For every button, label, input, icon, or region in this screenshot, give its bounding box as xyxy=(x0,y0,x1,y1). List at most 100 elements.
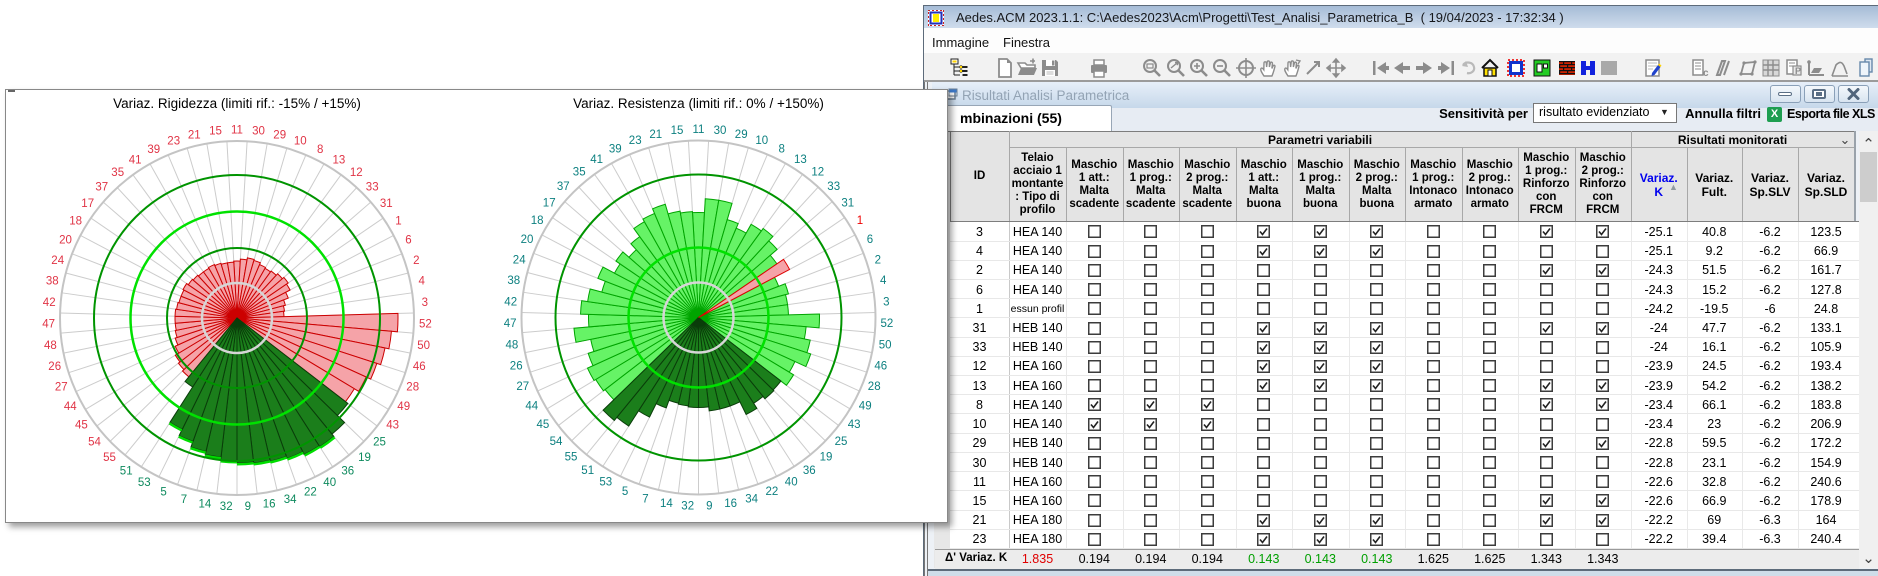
svg-text:3: 3 xyxy=(422,297,428,309)
svg-text:14: 14 xyxy=(660,498,673,510)
svg-text:25: 25 xyxy=(835,436,848,448)
svg-text:18: 18 xyxy=(531,215,544,227)
svg-text:Variaz. Resistenza (limiti rif: Variaz. Resistenza (limiti rif.: 0% / +1… xyxy=(573,96,824,111)
svg-text:33: 33 xyxy=(827,181,840,193)
svg-text:30: 30 xyxy=(252,126,265,138)
svg-text:34: 34 xyxy=(745,493,758,505)
svg-text:7: 7 xyxy=(642,493,648,505)
svg-text:24: 24 xyxy=(513,254,526,266)
svg-text:30: 30 xyxy=(714,125,727,137)
svg-text:4: 4 xyxy=(418,276,425,288)
svg-text:3: 3 xyxy=(883,296,889,308)
svg-text:9: 9 xyxy=(245,501,251,513)
svg-text:50: 50 xyxy=(417,340,430,352)
svg-text:46: 46 xyxy=(413,361,426,373)
svg-text:38: 38 xyxy=(507,275,520,287)
svg-text:2: 2 xyxy=(875,254,881,266)
svg-text:1: 1 xyxy=(857,215,863,227)
svg-text:19: 19 xyxy=(820,451,833,463)
svg-text:37: 37 xyxy=(557,181,570,193)
svg-text:29: 29 xyxy=(273,129,286,141)
svg-text:36: 36 xyxy=(803,465,816,477)
svg-text:15: 15 xyxy=(671,125,684,137)
svg-text:14: 14 xyxy=(199,499,212,511)
svg-text:45: 45 xyxy=(537,419,550,431)
svg-text:22: 22 xyxy=(304,487,317,499)
svg-text:15: 15 xyxy=(209,126,222,138)
svg-text:12: 12 xyxy=(811,167,824,179)
svg-text:7: 7 xyxy=(181,494,187,506)
svg-text:26: 26 xyxy=(48,361,61,373)
svg-text:47: 47 xyxy=(42,318,55,330)
svg-text:49: 49 xyxy=(397,401,410,413)
svg-text:48: 48 xyxy=(44,340,57,352)
svg-text:48: 48 xyxy=(506,339,519,351)
svg-text:54: 54 xyxy=(88,436,101,448)
svg-text:42: 42 xyxy=(43,297,56,309)
svg-text:18: 18 xyxy=(69,216,82,228)
svg-text:53: 53 xyxy=(599,477,612,489)
svg-text:17: 17 xyxy=(81,198,94,210)
svg-text:31: 31 xyxy=(841,197,854,209)
svg-text:31: 31 xyxy=(380,198,393,210)
svg-text:32: 32 xyxy=(681,501,694,513)
svg-text:16: 16 xyxy=(724,498,737,510)
svg-text:34: 34 xyxy=(284,494,297,506)
svg-text:47: 47 xyxy=(504,318,517,330)
svg-text:28: 28 xyxy=(868,381,881,393)
svg-text:11: 11 xyxy=(231,125,243,137)
svg-text:13: 13 xyxy=(794,154,807,166)
svg-text:8: 8 xyxy=(317,144,323,156)
svg-text:P: P xyxy=(1795,66,1801,76)
svg-text:37: 37 xyxy=(95,182,108,194)
svg-text:6: 6 xyxy=(867,234,873,246)
svg-text:21: 21 xyxy=(188,129,201,141)
svg-text:10: 10 xyxy=(755,135,768,147)
svg-text:33: 33 xyxy=(366,182,379,194)
svg-text:35: 35 xyxy=(573,167,586,179)
svg-text:40: 40 xyxy=(785,477,798,489)
svg-text:27: 27 xyxy=(55,381,68,393)
svg-text:11: 11 xyxy=(693,124,705,136)
svg-text:45: 45 xyxy=(75,419,88,431)
svg-text:50: 50 xyxy=(879,339,892,351)
svg-text:2: 2 xyxy=(413,255,419,267)
svg-text:8: 8 xyxy=(778,143,784,155)
svg-text:4: 4 xyxy=(880,275,887,287)
svg-text:39: 39 xyxy=(609,143,622,155)
svg-text:41: 41 xyxy=(129,154,142,166)
svg-text:43: 43 xyxy=(848,419,861,431)
svg-text:46: 46 xyxy=(874,360,887,372)
svg-text:52: 52 xyxy=(881,318,894,330)
svg-text:22: 22 xyxy=(766,486,779,498)
svg-text:1: 1 xyxy=(395,216,401,228)
svg-text:54: 54 xyxy=(550,436,563,448)
svg-text:19: 19 xyxy=(358,452,371,464)
svg-text:5: 5 xyxy=(160,487,166,499)
svg-text:24: 24 xyxy=(51,255,64,267)
svg-text:23: 23 xyxy=(629,135,642,147)
svg-text:5: 5 xyxy=(622,486,628,498)
svg-text:55: 55 xyxy=(103,452,116,464)
svg-text:40: 40 xyxy=(323,477,336,489)
svg-text:53: 53 xyxy=(138,477,151,489)
svg-text:32: 32 xyxy=(220,501,233,513)
svg-text:36: 36 xyxy=(341,466,354,478)
svg-text:26: 26 xyxy=(510,360,523,372)
svg-text:29: 29 xyxy=(735,129,748,141)
svg-text:12: 12 xyxy=(350,167,363,179)
svg-text:51: 51 xyxy=(120,466,133,478)
svg-text:43: 43 xyxy=(386,419,399,431)
svg-text:51: 51 xyxy=(581,465,594,477)
svg-text:42: 42 xyxy=(504,296,517,308)
svg-text:9: 9 xyxy=(706,501,712,513)
svg-text:28: 28 xyxy=(406,381,419,393)
svg-text:21: 21 xyxy=(649,129,662,141)
svg-text:20: 20 xyxy=(59,235,72,247)
svg-text:c: c xyxy=(1703,68,1709,79)
svg-text:13: 13 xyxy=(333,154,346,166)
svg-text:25: 25 xyxy=(373,436,386,448)
svg-text:27: 27 xyxy=(516,381,529,393)
svg-text:41: 41 xyxy=(590,154,603,166)
svg-text:52: 52 xyxy=(419,318,432,330)
